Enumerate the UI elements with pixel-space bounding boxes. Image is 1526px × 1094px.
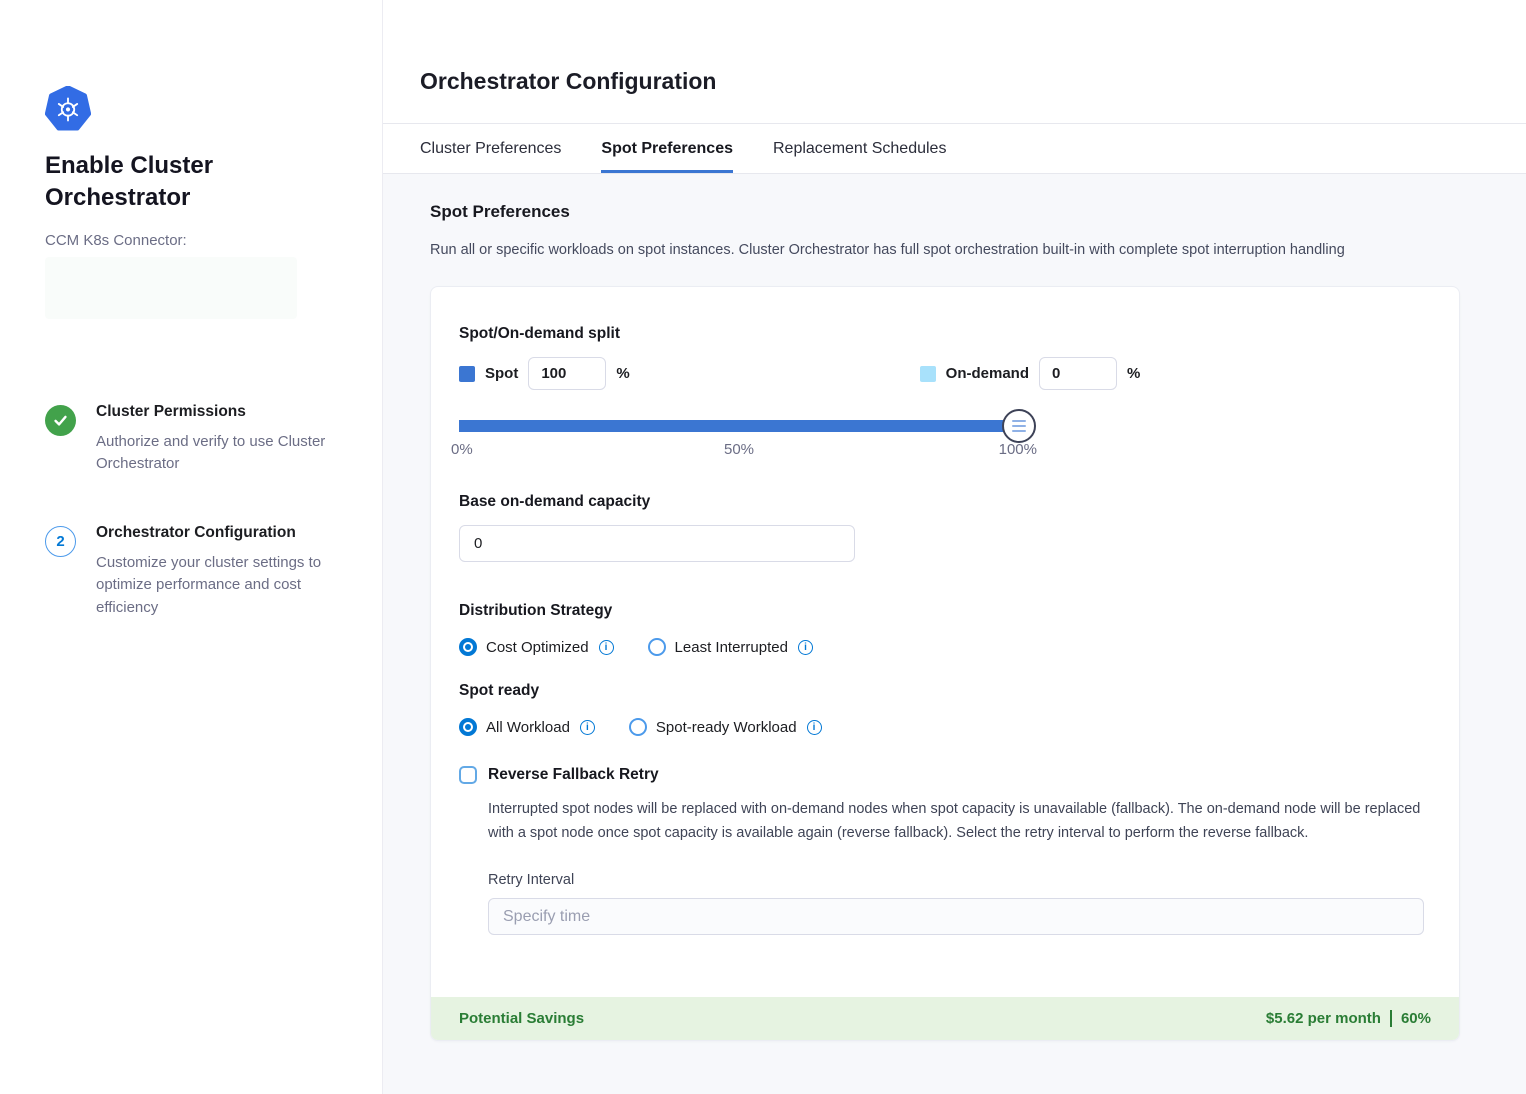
page-header: Orchestrator Configuration: [383, 0, 1526, 124]
cluster-orchestrator-page: Enable Cluster Orchestrator CCM K8s Conn…: [0, 0, 1526, 1094]
section-description: Run all or specific workloads on spot in…: [430, 242, 1490, 258]
tick-0: 0%: [451, 441, 473, 458]
page-title: Orchestrator Configuration: [420, 68, 1526, 95]
potential-savings-bar: Potential Savings $5.62 per month 60%: [431, 997, 1459, 1040]
retry-interval-label: Retry Interval: [488, 872, 1431, 888]
distribution-strategy-block: Distribution Strategy Cost Optimized i L…: [459, 602, 1431, 656]
wizard-steps: Cluster Permissions Authorize and verify…: [45, 403, 342, 620]
split-slider: 0% 50% 100%: [459, 420, 1019, 459]
info-icon[interactable]: i: [807, 720, 822, 735]
base-capacity-block: Base on-demand capacity: [459, 493, 1431, 562]
spot-color-swatch: [459, 366, 475, 382]
connector-label: CCM K8s Connector:: [45, 232, 342, 249]
tab-spot-preferences[interactable]: Spot Preferences: [601, 124, 733, 173]
spot-percent-unit: %: [616, 365, 629, 382]
radio-option-least-interrupted[interactable]: Least Interrupted i: [648, 638, 813, 656]
section-title: Spot Preferences: [430, 202, 1526, 222]
step-title: Orchestrator Configuration: [96, 524, 331, 542]
tab-bar: Cluster Preferences Spot Preferences Rep…: [383, 124, 1526, 174]
reverse-fallback-checkbox[interactable]: [459, 766, 477, 784]
tick-100: 100%: [999, 441, 1037, 458]
radio-option-all-workload[interactable]: All Workload i: [459, 718, 595, 736]
ondemand-percent-input[interactable]: [1039, 357, 1117, 390]
tab-content: Spot Preferences Run all or specific wor…: [383, 174, 1526, 1094]
split-controls: Spot % On-demand %: [459, 357, 1431, 390]
ondemand-label: On-demand: [946, 365, 1029, 382]
spot-label: Spot: [485, 365, 518, 382]
step-title: Cluster Permissions: [96, 403, 331, 421]
radio-unselected-icon[interactable]: [648, 638, 666, 656]
potential-savings-label: Potential Savings: [459, 1010, 584, 1027]
spot-percent-input[interactable]: [528, 357, 606, 390]
retry-interval-input[interactable]: [488, 898, 1424, 935]
ondemand-color-swatch: [920, 366, 936, 382]
spot-preferences-card: Spot/On-demand split Spot % On-demand: [430, 286, 1460, 1041]
distribution-strategy-label: Distribution Strategy: [459, 602, 1431, 620]
step-description: Authorize and verify to use Cluster Orch…: [96, 431, 331, 476]
wizard-title: Enable Cluster Orchestrator: [45, 150, 275, 214]
ondemand-percent-unit: %: [1127, 365, 1140, 382]
slider-track[interactable]: [459, 420, 1019, 432]
info-icon[interactable]: i: [580, 720, 595, 735]
slider-fill: [459, 420, 1019, 432]
retry-interval-block: Retry Interval: [488, 872, 1431, 935]
step-orchestrator-configuration[interactable]: 2 Orchestrator Configuration Customize y…: [45, 524, 342, 620]
radio-selected-icon[interactable]: [459, 718, 477, 736]
tab-cluster-preferences[interactable]: Cluster Preferences: [420, 124, 561, 173]
connector-value-placeholder: [45, 257, 297, 319]
slider-handle[interactable]: [1002, 409, 1036, 443]
spot-ready-label: Spot ready: [459, 682, 1431, 700]
radio-option-spot-ready-workload[interactable]: Spot-ready Workload i: [629, 718, 822, 736]
spot-split-group: Spot %: [459, 357, 630, 390]
savings-separator: [1390, 1010, 1392, 1027]
radio-option-cost-optimized[interactable]: Cost Optimized i: [459, 638, 614, 656]
ondemand-split-group: On-demand %: [920, 357, 1141, 390]
savings-percent: 60%: [1401, 1010, 1431, 1027]
step-description: Customize your cluster settings to optim…: [96, 552, 331, 620]
slider-ticks: 0% 50% 100%: [459, 441, 1019, 459]
tab-replacement-schedules[interactable]: Replacement Schedules: [773, 124, 946, 173]
step-number-icon: 2: [45, 526, 76, 557]
base-capacity-input[interactable]: [459, 525, 855, 562]
tick-50: 50%: [724, 441, 754, 458]
savings-amount: $5.62 per month: [1266, 1010, 1381, 1027]
kubernetes-icon: [45, 86, 91, 132]
sidebar: Enable Cluster Orchestrator CCM K8s Conn…: [0, 0, 383, 1094]
reverse-fallback-description: Interrupted spot nodes will be replaced …: [488, 798, 1423, 846]
radio-unselected-icon[interactable]: [629, 718, 647, 736]
main-panel: Orchestrator Configuration Cluster Prefe…: [383, 0, 1526, 1094]
step-complete-check-icon: [45, 405, 76, 436]
step-cluster-permissions[interactable]: Cluster Permissions Authorize and verify…: [45, 403, 342, 476]
spot-ready-block: Spot ready All Workload i Spot-ready Wor…: [459, 682, 1431, 736]
reverse-fallback-label: Reverse Fallback Retry: [488, 766, 659, 784]
info-icon[interactable]: i: [599, 640, 614, 655]
info-icon[interactable]: i: [798, 640, 813, 655]
split-label: Spot/On-demand split: [459, 325, 1431, 343]
base-capacity-label: Base on-demand capacity: [459, 493, 1431, 511]
reverse-fallback-block: Reverse Fallback Retry Interrupted spot …: [459, 766, 1431, 935]
radio-selected-icon[interactable]: [459, 638, 477, 656]
